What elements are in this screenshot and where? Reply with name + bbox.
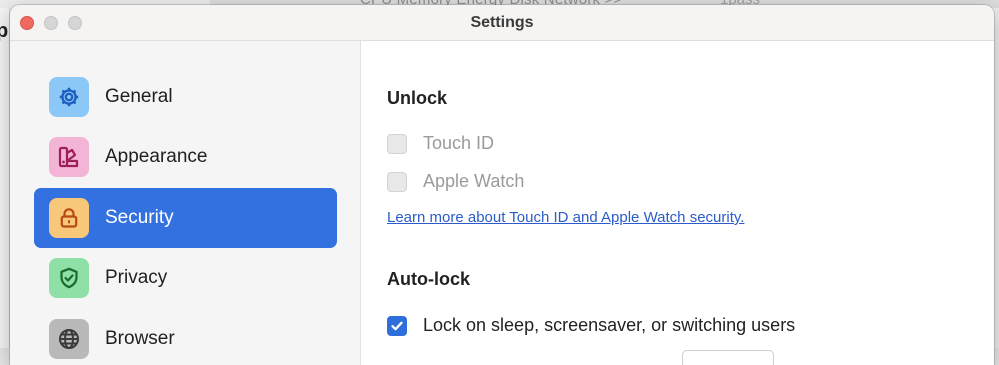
lock-icon [49, 198, 89, 238]
checkmark-icon [390, 319, 404, 333]
title-bar: Settings [10, 5, 994, 41]
sidebar-item-security[interactable]: Security [34, 188, 337, 248]
unlock-section-title: Unlock [387, 88, 447, 109]
background-sidebar: p [0, 8, 10, 348]
apple-watch-checkbox[interactable] [387, 172, 407, 192]
sidebar-item-privacy[interactable]: Privacy [34, 248, 337, 308]
window-title: Settings [10, 14, 994, 32]
learn-more-link[interactable]: Learn more about Touch ID and Apple Watc… [387, 209, 744, 226]
security-settings-pane: Unlock Touch ID Apple Watch Learn more a… [362, 41, 994, 365]
apple-watch-option[interactable]: Apple Watch [387, 171, 524, 192]
sidebar-item-appearance[interactable]: Appearance [34, 127, 337, 187]
palette-icon [49, 137, 89, 177]
touch-id-option[interactable]: Touch ID [387, 133, 494, 154]
sidebar-item-label: Appearance [105, 146, 207, 168]
apple-watch-label: Apple Watch [423, 171, 524, 192]
lock-on-sleep-label: Lock on sleep, screensaver, or switching… [423, 315, 795, 336]
lock-on-sleep-option[interactable]: Lock on sleep, screensaver, or switching… [387, 315, 795, 336]
gear-icon [49, 77, 89, 117]
lock-on-sleep-checkbox[interactable] [387, 316, 407, 336]
sidebar-item-browser[interactable]: Browser [34, 309, 337, 365]
sidebar-item-label: Security [105, 207, 174, 229]
sidebar-item-label: General [105, 86, 173, 108]
touch-id-label: Touch ID [423, 133, 494, 154]
touch-id-checkbox[interactable] [387, 134, 407, 154]
sidebar-item-general[interactable]: General [34, 67, 337, 127]
settings-sidebar: General Appearance [10, 41, 361, 365]
background-title-fragment: p [0, 20, 8, 43]
sidebar-item-label: Browser [105, 328, 175, 350]
auto-lock-timeout-select[interactable] [682, 350, 774, 365]
auto-lock-section-title: Auto-lock [387, 269, 470, 290]
shield-check-icon [49, 258, 89, 298]
sidebar-item-label: Privacy [105, 267, 167, 289]
globe-icon [49, 319, 89, 359]
settings-window: Settings General [10, 5, 994, 365]
